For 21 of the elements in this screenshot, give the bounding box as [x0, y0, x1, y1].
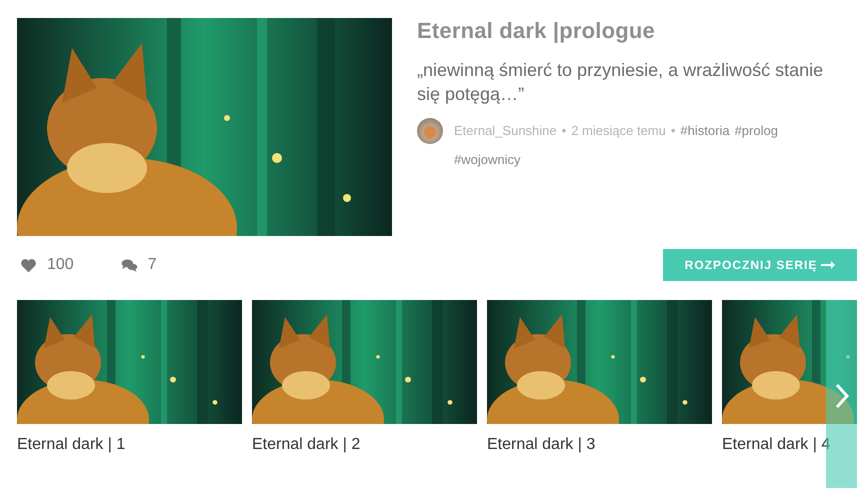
episode-title[interactable]: Eternal dark | 1 [17, 436, 242, 454]
tag-link[interactable]: #wojownicy [454, 148, 520, 172]
episode-title[interactable]: Eternal dark | 2 [252, 436, 477, 454]
episode-title[interactable]: Eternal dark | 4 [722, 436, 857, 454]
avatar [417, 118, 443, 144]
tag-link[interactable]: #prolog [734, 119, 778, 143]
separator-dot: • [562, 122, 566, 140]
chevron-right-icon [834, 383, 850, 409]
story-excerpt: „niewinną śmierć to przyniesie, a wrażliwość stanie się potęgą…” [417, 59, 824, 106]
tag-link[interactable]: #historia [680, 119, 730, 143]
start-series-button[interactable]: ROZPOCZNIJ SERIĘ [663, 249, 857, 281]
heart-icon[interactable] [20, 258, 37, 272]
episode-title[interactable]: Eternal dark | 3 [487, 436, 712, 454]
arrow-right-icon [821, 260, 836, 270]
comment-count: 7 [148, 256, 157, 274]
story-title: Eternal dark |prologue [417, 18, 656, 44]
author-link[interactable]: Eternal_Sunshine [454, 119, 557, 143]
comments-icon[interactable] [120, 258, 138, 272]
post-time: 2 miesiące temu [571, 122, 666, 140]
separator-dot: • [670, 122, 676, 140]
like-count: 100 [47, 256, 74, 274]
